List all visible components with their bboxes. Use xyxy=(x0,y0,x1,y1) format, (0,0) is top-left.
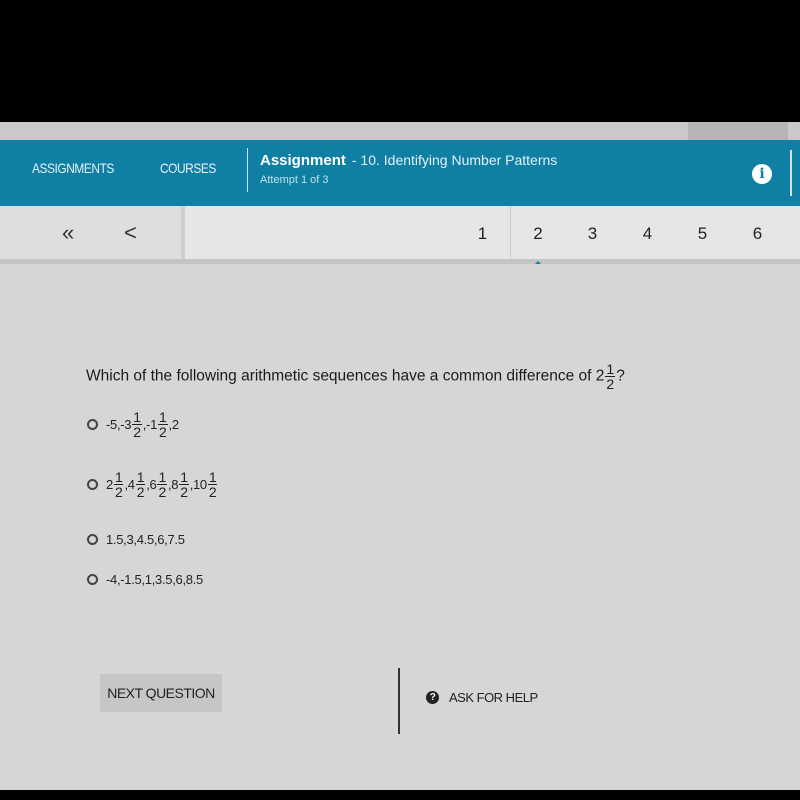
numerator: 1 xyxy=(157,469,167,485)
page-6[interactable]: 6 xyxy=(730,206,785,259)
numerator: 1 xyxy=(179,469,189,485)
numerator: 1 xyxy=(132,409,142,425)
option-text: -4,-1.5,1,3.5,6,8.5 xyxy=(106,572,203,587)
option-number: ,8 xyxy=(167,477,179,492)
fraction: 12 xyxy=(207,469,218,500)
option-number: -4,-1.5,1,3.5,6,8.5 xyxy=(106,572,203,587)
option-number: ,6 xyxy=(146,477,157,492)
question-text: Which of the following arithmetic sequen… xyxy=(86,362,625,391)
fraction: 12 xyxy=(157,470,167,499)
denominator: 2 xyxy=(180,484,188,500)
denominator: 2 xyxy=(114,484,123,500)
radio-button[interactable] xyxy=(87,419,98,430)
page-1[interactable]: 1 xyxy=(455,206,510,259)
fraction: 12 xyxy=(179,470,189,499)
page-5[interactable]: 5 xyxy=(675,206,730,259)
question-area: Which of the following arithmetic sequen… xyxy=(0,264,800,790)
answer-option[interactable]: 1.5,3,4.5,6,7.5 xyxy=(87,532,185,547)
answer-option[interactable]: -5,-3 1 2 ,-1 1 2,2 xyxy=(87,410,179,439)
numerator: 1 xyxy=(605,361,616,377)
option-number: ,10 xyxy=(189,477,207,492)
ask-for-help-button[interactable]: ? ASK FOR HELP xyxy=(426,690,538,705)
fraction: 12 xyxy=(132,410,142,439)
question-fraction: 12 xyxy=(605,361,616,392)
help-label: ASK FOR HELP xyxy=(449,690,538,705)
attempt-text: Attempt 1 of 3 xyxy=(260,174,329,186)
title-label: Assignment xyxy=(260,152,346,169)
numerator: 1 xyxy=(207,469,218,485)
assignment-title: Assignment - 10. Identifying Number Patte… xyxy=(260,152,557,169)
denominator: 2 xyxy=(136,484,145,500)
denominator: 2 xyxy=(158,484,166,500)
denominator: 2 xyxy=(606,376,615,392)
strip-block xyxy=(688,122,788,142)
header-divider xyxy=(247,148,248,192)
radio-button[interactable] xyxy=(87,479,98,490)
nav-assignments[interactable]: ASSIGNMENTS xyxy=(32,160,114,176)
radio-button[interactable] xyxy=(87,534,98,545)
radio-button[interactable] xyxy=(87,574,98,585)
numerator: 1 xyxy=(113,469,124,485)
denominator: 2 xyxy=(208,484,217,500)
denominator: 2 xyxy=(133,424,141,440)
page-list: 1 2 3 4 5 6 xyxy=(455,206,785,271)
option-number: ,-1 xyxy=(142,417,158,432)
numerator: 1 xyxy=(158,409,168,425)
question-whole: 2 xyxy=(595,367,605,385)
answer-option[interactable]: -4,-1.5,1,3.5,6,8.5 xyxy=(87,572,203,587)
info-icon[interactable]: i xyxy=(752,164,772,184)
option-text: -5,-3 1 2 ,-1 1 2,2 xyxy=(106,410,179,439)
browser-strip xyxy=(0,122,800,142)
question-pager: « < 1 2 3 4 5 6 xyxy=(0,206,800,271)
previous-question-icon[interactable]: < xyxy=(124,220,137,246)
answer-option[interactable]: 2 1 2,4 1 2,6 1 2,8 1 2,10 1 2 xyxy=(87,470,218,499)
assignment-name: - 10. Identifying Number Patterns xyxy=(351,152,558,168)
option-number: 1.5,3,4.5,6,7.5 xyxy=(106,532,185,547)
pager-arrows: « < xyxy=(0,206,185,259)
page-2-active[interactable]: 2 xyxy=(510,206,565,271)
option-text: 2 1 2,4 1 2,6 1 2,8 1 2,10 1 2 xyxy=(106,470,218,499)
option-number: -5,-3 xyxy=(106,417,132,432)
option-number: 2 xyxy=(106,477,113,492)
header-divider-right xyxy=(790,150,792,196)
denominator: 2 xyxy=(159,424,167,440)
first-question-icon[interactable]: « xyxy=(62,220,74,246)
fraction: 12 xyxy=(158,410,168,439)
help-icon: ? xyxy=(426,691,439,704)
numerator: 1 xyxy=(135,469,146,485)
question-mark: ? xyxy=(616,367,625,385)
fraction: 12 xyxy=(113,469,124,500)
option-number: ,4 xyxy=(124,477,135,492)
header-bar: ASSIGNMENTS COURSES Assignment - 10. Iden… xyxy=(0,140,800,206)
fraction: 12 xyxy=(135,469,146,500)
option-text: 1.5,3,4.5,6,7.5 xyxy=(106,532,185,547)
question-body: Which of the following arithmetic sequen… xyxy=(86,367,592,385)
page-3[interactable]: 3 xyxy=(565,206,620,259)
page-4[interactable]: 4 xyxy=(620,206,675,259)
nav-courses[interactable]: COURSES xyxy=(160,160,216,176)
next-question-button[interactable]: NEXT QUESTION xyxy=(100,674,222,712)
button-divider xyxy=(398,668,400,734)
option-number: ,2 xyxy=(168,417,180,432)
